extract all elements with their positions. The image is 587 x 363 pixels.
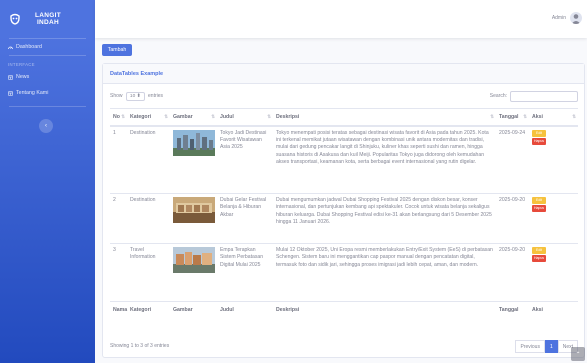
- column-header-deskripsi[interactable]: Deskripsi ⇅: [273, 108, 496, 127]
- tachometer-icon: [8, 46, 13, 49]
- sidebar-heading: INTERFACE: [8, 62, 35, 67]
- cell-gambar: [170, 125, 217, 194]
- sort-icon: ⇅: [267, 114, 271, 119]
- show-label: Show: [110, 92, 123, 99]
- sort-icon: ⇅: [572, 114, 576, 119]
- chevron-up-icon: ⌃: [575, 351, 581, 358]
- sidebar-item-label: Tentang Kami: [16, 90, 49, 96]
- data-table: No ⇅ Kategori ⇅ Gambar ⇅ Judul ⇅ Deskripsi ⇅ …: [110, 108, 578, 318]
- table-icon: [8, 75, 13, 79]
- column-footer-no: Nama: [110, 301, 127, 318]
- user-name: Admin: [551, 15, 566, 21]
- news-thumbnail: [173, 197, 215, 223]
- cell-deskripsi: Dubai mengumumkan jadwal Dubai Shopping …: [273, 193, 496, 244]
- cell-deskripsi: Mulai 12 Oktober 2025, Uni Eropa resmi m…: [273, 243, 496, 302]
- cell-no: 1: [110, 125, 127, 194]
- cell-no: 2: [110, 193, 127, 244]
- entries-select[interactable]: 10 ⬍: [125, 91, 145, 101]
- datatable-card: DataTables Example Show 10 ⬍ entries Sea…: [102, 63, 585, 358]
- topbar: Admin: [95, 0, 587, 38]
- column-header-no[interactable]: No ⇅: [110, 108, 127, 127]
- sort-icon: ⇅: [164, 114, 168, 119]
- edit-button[interactable]: Edit: [532, 129, 546, 137]
- cell-gambar: [170, 243, 217, 302]
- table-info: Showing 1 to 3 of 3 entries: [110, 343, 170, 349]
- previous-button[interactable]: Previous: [515, 340, 545, 353]
- entries-label: entries: [148, 92, 164, 99]
- news-thumbnail: [173, 247, 215, 273]
- cell-tanggal: 2025-09-20: [496, 193, 529, 244]
- cell-kategori: Travel Information: [127, 243, 170, 302]
- logo-icon: [10, 13, 20, 25]
- scroll-to-top-button[interactable]: ⌃: [571, 347, 585, 361]
- sort-icon: ⇅: [211, 114, 215, 119]
- table-row: 1 Destination Tokyo Jadi Destinasi Favor…: [110, 125, 578, 194]
- cell-aksi: Edit Hapus: [529, 243, 578, 302]
- cell-tanggal: 2025-09-24: [496, 125, 529, 194]
- sidebar-divider: [9, 106, 86, 107]
- column-footer-aksi: Aksi: [529, 301, 578, 318]
- sidebar-item-dashboard[interactable]: Dashboard: [0, 39, 95, 55]
- cell-judul: Dubai Gelar Festival Belanja & Hiburan A…: [217, 193, 273, 244]
- column-header-aksi[interactable]: Aksi ⇅: [529, 108, 578, 127]
- cell-kategori: Destination: [127, 125, 170, 194]
- sort-icon: ⇅: [121, 114, 125, 119]
- search-control: Search:: [489, 90, 578, 102]
- edit-button[interactable]: Edit: [532, 197, 546, 204]
- column-footer-kategori: Kategori: [127, 301, 170, 318]
- entries-control: Show 10 ⬍ entries: [110, 91, 164, 101]
- column-header-kategori[interactable]: Kategori ⇅: [127, 108, 170, 127]
- sort-icon: ⇅: [490, 114, 494, 119]
- search-label: Search:: [489, 93, 507, 99]
- page-button[interactable]: 1: [544, 340, 558, 353]
- table-icon: [8, 91, 13, 95]
- cell-deskripsi: Tokyo menempati posisi teratas sebagai d…: [273, 125, 496, 194]
- cell-judul: Empa Terapkan Sistem Perbatasan Digital …: [217, 243, 273, 302]
- column-footer-deskripsi: Deskripsi: [273, 301, 496, 318]
- column-footer-judul: Judul: [217, 301, 273, 318]
- add-button[interactable]: Tambah: [102, 44, 132, 56]
- avatar: [570, 12, 582, 24]
- news-thumbnail: [173, 129, 215, 156]
- column-header-tanggal[interactable]: Tanggal ⇅: [496, 108, 529, 127]
- sidebar: LANGIT INDAH Dashboard INTERFACE News Te…: [0, 0, 95, 363]
- card-title: DataTables Example: [103, 64, 584, 84]
- cell-aksi: Edit Hapus: [529, 125, 578, 194]
- user-menu[interactable]: Admin: [552, 12, 582, 24]
- table-row: 2 Destination Dubai Gelar Festival Belan…: [110, 193, 578, 244]
- brand[interactable]: LANGIT INDAH: [0, 0, 95, 38]
- delete-button[interactable]: Hapus: [532, 137, 546, 145]
- cell-kategori: Destination: [127, 193, 170, 244]
- sidebar-item-news[interactable]: News: [0, 69, 95, 85]
- pagination: Previous 1 Next: [515, 340, 578, 353]
- cell-tanggal: 2025-09-20: [496, 243, 529, 302]
- column-header-judul[interactable]: Judul ⇅: [217, 108, 273, 127]
- column-header-gambar[interactable]: Gambar ⇅: [170, 108, 217, 127]
- cell-no: 3: [110, 243, 127, 302]
- table-controls: Show 10 ⬍ entries Search:: [110, 90, 578, 102]
- search-input[interactable]: [510, 90, 578, 102]
- chevron-down-icon: ⬍: [136, 93, 141, 99]
- cell-gambar: [170, 193, 217, 244]
- cell-judul: Tokyo Jadi Destinasi Favorit Wisatawan A…: [217, 125, 273, 194]
- delete-button[interactable]: Hapus: [532, 205, 546, 212]
- delete-button[interactable]: Hapus: [532, 255, 546, 262]
- brand-name: LANGIT INDAH: [35, 12, 61, 26]
- edit-button[interactable]: Edit: [532, 247, 546, 254]
- sidebar-item-label: Dashboard: [16, 44, 42, 50]
- column-footer-tanggal: Tanggal: [496, 301, 529, 318]
- sort-icon: ⇅: [523, 114, 527, 119]
- sidebar-toggle-button[interactable]: ‹: [39, 119, 53, 133]
- user-icon: [571, 14, 581, 24]
- cell-aksi: Edit Hapus: [529, 193, 578, 244]
- sidebar-item-label: News: [16, 74, 30, 80]
- column-footer-gambar: Gambar: [170, 301, 217, 318]
- table-row: 3 Travel Information Empa Terapkan Siste…: [110, 243, 578, 302]
- sidebar-item-tentang-kami[interactable]: Tentang Kami: [0, 85, 95, 101]
- chevron-left-icon: ‹: [45, 123, 47, 129]
